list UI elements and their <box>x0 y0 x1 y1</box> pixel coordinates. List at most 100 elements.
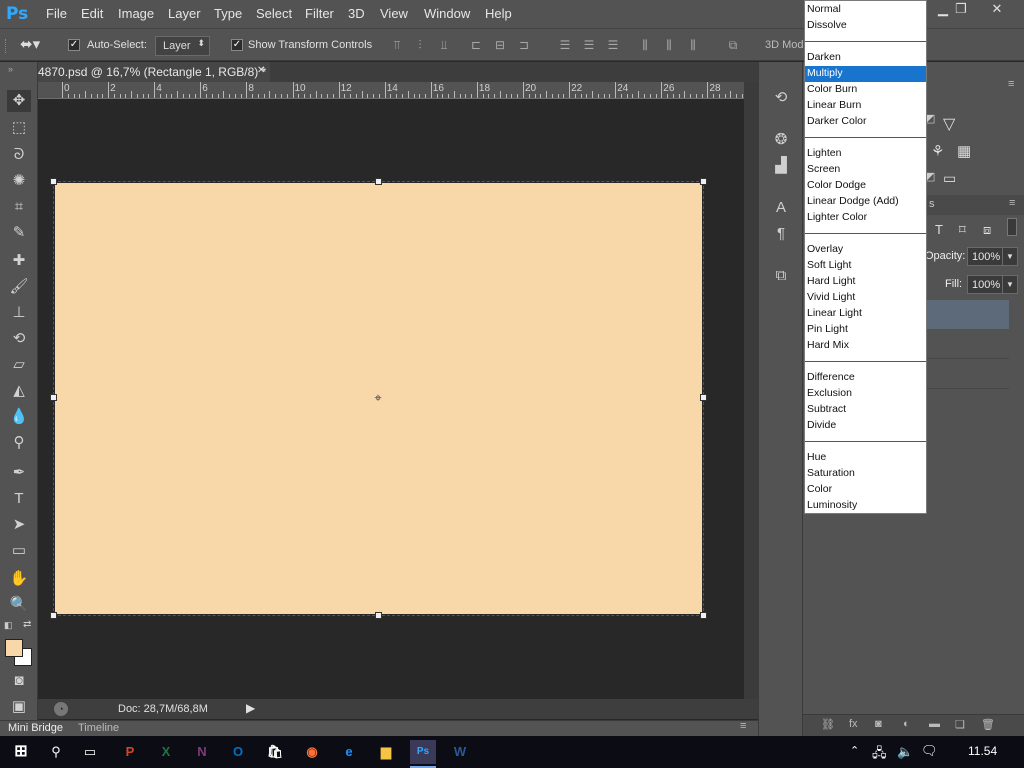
blend-mode-option[interactable]: Vivid Light <box>805 290 926 306</box>
transform-handle-tl[interactable] <box>50 178 57 185</box>
align-bottom-icon[interactable]: ⫫ <box>437 39 451 52</box>
start-icon[interactable]: ⊞ <box>8 740 34 764</box>
blend-mode-option[interactable]: Luminosity <box>805 498 926 514</box>
transform-handle-br[interactable] <box>700 612 707 619</box>
new-group-icon[interactable]: ▬ <box>929 718 940 730</box>
vertical-scrollbar[interactable] <box>744 82 758 699</box>
blend-mode-option[interactable]: Multiply <box>805 66 926 82</box>
blend-mode-option[interactable]: Overlay <box>805 242 926 258</box>
show-hidden-icons-icon[interactable]: ⌃ <box>850 744 859 757</box>
show-transform-checkbox[interactable]: ✓ <box>231 39 243 51</box>
photoshop-icon[interactable]: Ps <box>410 740 436 764</box>
crop-tool-icon[interactable]: ⌗ <box>7 196 31 218</box>
task-view-icon[interactable]: ▭ <box>77 740 103 764</box>
align-vcenter-icon[interactable]: ⫶ <box>413 39 427 52</box>
blend-mode-option[interactable]: Color Dodge <box>805 178 926 194</box>
delete-layer-icon[interactable]: 🗑 <box>981 718 995 731</box>
eraser-tool-icon[interactable]: ▱ <box>7 354 31 376</box>
distribute-bottom-icon[interactable]: ☰ <box>606 39 620 52</box>
menu-help[interactable]: Help <box>485 6 512 21</box>
layer-row[interactable] <box>925 330 1009 359</box>
menu-view[interactable]: View <box>380 6 408 21</box>
hand-tool-icon[interactable]: ✋ <box>7 568 31 590</box>
status-menu-arrow-icon[interactable]: ▶ <box>246 701 255 715</box>
history-brush-tool-icon[interactable]: ⟲ <box>7 328 31 350</box>
blend-mode-option[interactable]: Divide <box>805 418 926 434</box>
move-tool-preset-icon[interactable]: ⬌▾ <box>20 35 46 55</box>
distribute-right-icon[interactable]: ⫼ <box>686 39 700 52</box>
blend-mode-option[interactable]: Difference <box>805 370 926 386</box>
blend-mode-option[interactable]: Normal <box>805 2 926 18</box>
histogram-panel-icon[interactable]: ▟ <box>769 154 793 178</box>
powerpoint-icon[interactable]: P <box>117 740 143 764</box>
threshold-icon[interactable]: ▭ <box>943 170 956 187</box>
search-icon[interactable]: ⚲ <box>43 740 69 764</box>
align-top-icon[interactable]: ⫪ <box>390 39 404 52</box>
outlook-icon[interactable]: O <box>225 740 251 764</box>
quick-select-tool-icon[interactable]: ✺ <box>7 170 31 192</box>
align-hcenter-icon[interactable]: ⊟ <box>493 39 507 52</box>
paint-bucket-tool-icon[interactable]: ◭ <box>7 380 31 402</box>
healing-brush-tool-icon[interactable]: ✚ <box>7 250 31 272</box>
firefox-icon[interactable]: ◉ <box>299 740 325 764</box>
link-layers-icon[interactable]: ⛓ <box>821 718 835 731</box>
history-panel-icon[interactable]: ⟲ <box>769 86 793 110</box>
panel-menu-icon[interactable]: ≡ <box>740 720 746 732</box>
file-explorer-icon[interactable]: ▆ <box>373 740 399 764</box>
filter-shape-icon[interactable]: ⌑ <box>959 222 966 238</box>
color-lookup-icon[interactable]: ▦ <box>957 142 971 160</box>
blend-mode-option[interactable]: Lighten <box>805 146 926 162</box>
distribute-top-icon[interactable]: ☰ <box>558 39 572 52</box>
blend-mode-option[interactable]: Color <box>805 482 926 498</box>
filter-toggle[interactable] <box>1007 218 1017 236</box>
marquee-tool-icon[interactable]: ⬚ <box>7 117 31 139</box>
rectangle-layer-artboard[interactable]: ⌖ <box>50 178 707 619</box>
transform-handle-bl[interactable] <box>50 612 57 619</box>
blend-mode-option[interactable]: Lighter Color <box>805 210 926 226</box>
distribute-left-icon[interactable]: ⫼ <box>638 39 652 52</box>
blur-tool-icon[interactable]: 💧 <box>7 406 31 428</box>
align-right-icon[interactable]: ⊐ <box>517 39 531 52</box>
dodge-tool-icon[interactable]: ⚲ <box>7 432 31 454</box>
menu-edit[interactable]: Edit <box>81 6 103 21</box>
pen-tool-icon[interactable]: ✒ <box>7 462 31 484</box>
transform-handle-bc[interactable] <box>375 612 382 619</box>
restore-icon[interactable]: ❐ <box>946 0 976 20</box>
close-tab-icon[interactable]: ✕ <box>257 65 265 76</box>
onenote-icon[interactable]: N <box>189 740 215 764</box>
blend-mode-option[interactable]: Linear Dodge (Add) <box>805 194 926 210</box>
edge-icon[interactable]: e <box>336 740 362 764</box>
clock[interactable]: 11.54 <box>968 744 997 758</box>
reference-point-icon[interactable]: ⌖ <box>371 391 385 405</box>
blend-mode-option[interactable]: Exclusion <box>805 386 926 402</box>
blend-mode-option[interactable]: Linear Burn <box>805 98 926 114</box>
layers-tab-fragment[interactable]: s <box>929 198 935 210</box>
menu-window[interactable]: Window <box>424 6 470 21</box>
distribute-hcenter-icon[interactable]: ⫼ <box>662 39 676 52</box>
menu-file[interactable]: File <box>46 6 67 21</box>
transform-handle-mr[interactable] <box>700 394 707 401</box>
status-options-icon[interactable]: ◔ <box>54 702 68 716</box>
tab-timeline[interactable]: Timeline <box>78 722 119 734</box>
new-layer-icon[interactable]: ❏ <box>955 718 965 731</box>
blend-mode-option[interactable]: Pin Light <box>805 322 926 338</box>
menu-layer[interactable]: Layer <box>168 6 201 21</box>
blend-mode-option[interactable]: Darken <box>805 50 926 66</box>
distribute-vcenter-icon[interactable]: ☰ <box>582 39 596 52</box>
document-tab[interactable]: 4870.psd @ 16,7% (Rectangle 1, RGB/8) * … <box>38 62 270 82</box>
brush-tool-icon[interactable]: 🖌 <box>7 276 31 298</box>
path-selection-tool-icon[interactable]: ➤ <box>7 514 31 536</box>
type-tool-icon[interactable]: T <box>7 488 31 510</box>
quick-mask-icon[interactable]: ◙ <box>7 670 31 692</box>
layer-style-icon[interactable]: fx <box>849 718 858 730</box>
store-icon[interactable]: 🛍 <box>262 740 288 764</box>
tab-mini-bridge[interactable]: Mini Bridge <box>8 722 63 734</box>
fill-dropdown-icon[interactable]: ▼ <box>1002 275 1018 294</box>
blend-mode-option[interactable]: Screen <box>805 162 926 178</box>
layers-panel-menu-icon[interactable]: ≡ <box>1009 197 1015 209</box>
transform-handle-tc[interactable] <box>375 178 382 185</box>
collapse-icon[interactable]: » <box>8 64 13 74</box>
menu-filter[interactable]: Filter <box>305 6 334 21</box>
blend-mode-dropdown[interactable]: Normal Dissolve Darken Multiply Color Burn Li… <box>804 0 927 514</box>
default-colors-icon[interactable]: ◧ <box>4 620 13 631</box>
